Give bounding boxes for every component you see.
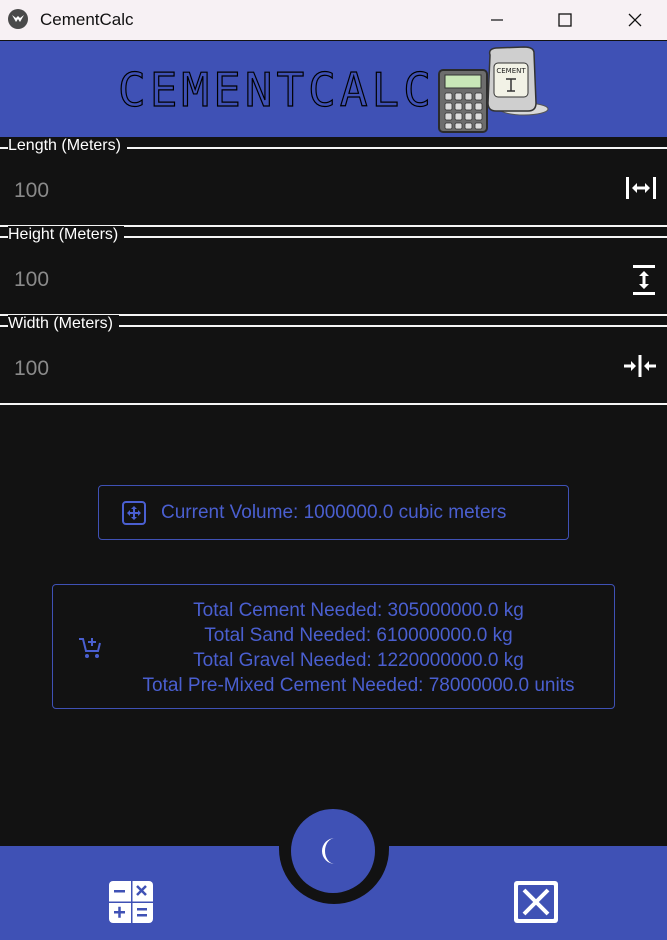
bag-label: CEMENT bbox=[496, 67, 526, 75]
cement-bag-logo-icon: CEMENT bbox=[487, 46, 549, 116]
calculator-logo-icon bbox=[438, 69, 488, 133]
current-volume-text: Current Volume: 1000000.0 cubic meters bbox=[161, 501, 507, 523]
moon-icon bbox=[322, 838, 335, 864]
width-input[interactable]: 100 bbox=[14, 357, 49, 381]
total-premixed-text: Total Pre-Mixed Cement Needed: 78000000.… bbox=[142, 675, 575, 696]
close-button[interactable] bbox=[600, 0, 667, 40]
width-field-label: Width (Meters) bbox=[8, 315, 119, 333]
height-input[interactable]: 100 bbox=[14, 268, 49, 292]
kivy-icon bbox=[8, 9, 28, 29]
arrow-collapse-horizontal-icon bbox=[624, 355, 656, 377]
clear-button[interactable] bbox=[513, 880, 559, 929]
current-volume-card: Current Volume: 1000000.0 cubic meters bbox=[98, 485, 569, 540]
height-field[interactable]: Height (Meters) 100 bbox=[0, 226, 667, 317]
window-titlebar: CementCalc bbox=[0, 0, 667, 40]
arrow-expand-vertical-icon bbox=[633, 265, 655, 295]
maximize-button[interactable] bbox=[530, 0, 600, 40]
move-arrows-icon bbox=[121, 500, 147, 526]
calculator-variant-icon bbox=[109, 881, 153, 923]
total-cement-text: Total Cement Needed: 305000000.0 kg bbox=[193, 600, 524, 621]
length-input[interactable]: 100 bbox=[14, 179, 49, 203]
length-field-label: Length (Meters) bbox=[8, 137, 127, 155]
total-sand-text: Total Sand Needed: 610000000.0 kg bbox=[204, 625, 513, 646]
total-gravel-text: Total Gravel Needed: 1220000000.0 kg bbox=[193, 650, 524, 671]
cart-plus-icon bbox=[79, 638, 101, 658]
window-title: CementCalc bbox=[40, 10, 134, 29]
totals-card: Total Cement Needed: 305000000.0 kg Tota… bbox=[52, 584, 615, 709]
height-field-label: Height (Meters) bbox=[8, 226, 125, 244]
app-banner: CEMENTCALC CEMENT bbox=[0, 41, 667, 137]
close-icon bbox=[628, 13, 642, 27]
totals-list: Total Cement Needed: 305000000.0 kg Tota… bbox=[103, 598, 614, 698]
close-box-icon bbox=[514, 881, 558, 923]
field-outline-bottom bbox=[0, 403, 667, 405]
width-field[interactable]: Width (Meters) 100 bbox=[0, 315, 667, 406]
length-field[interactable]: Length (Meters) 100 bbox=[0, 137, 667, 228]
calculate-button[interactable] bbox=[108, 880, 154, 929]
minimize-button[interactable] bbox=[462, 0, 532, 40]
theme-toggle-button[interactable] bbox=[291, 809, 375, 893]
minimize-icon bbox=[491, 19, 503, 21]
arrow-expand-horizontal-icon bbox=[626, 177, 656, 199]
logo-text: CEMENTCALC bbox=[117, 63, 435, 117]
maximize-icon bbox=[558, 13, 572, 27]
